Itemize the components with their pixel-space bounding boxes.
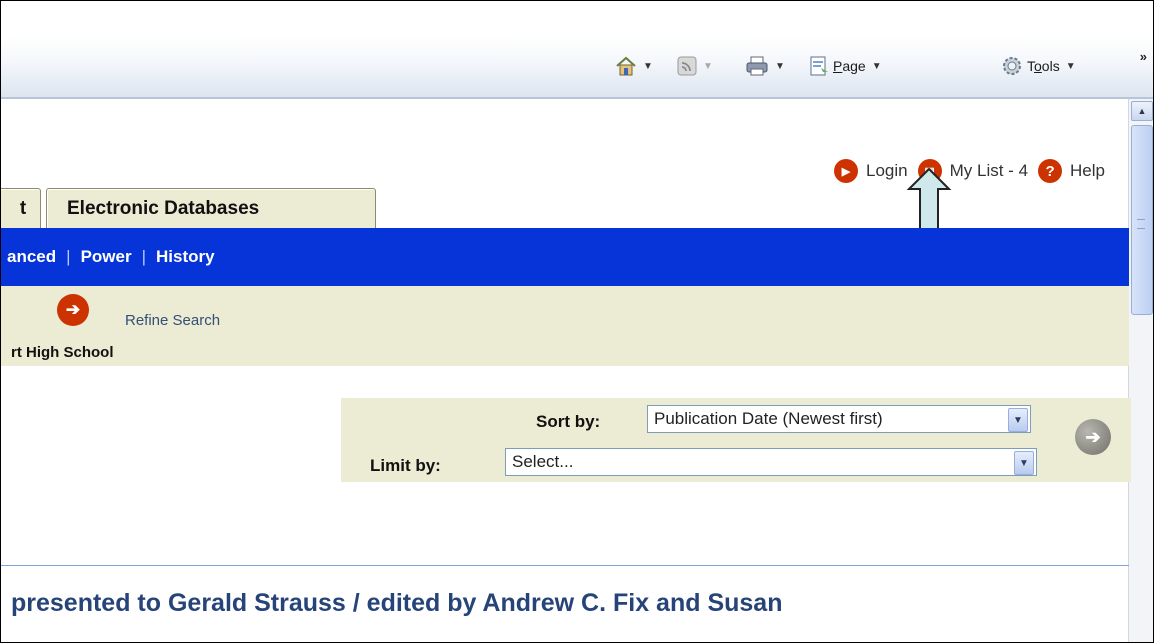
results-divider [1, 565, 1129, 566]
help-link[interactable]: Help [1070, 161, 1105, 181]
sort-go-arrow-icon[interactable]: ➔ [1075, 419, 1111, 455]
login-link[interactable]: Login [866, 161, 908, 181]
print-button[interactable]: ▼ [745, 53, 785, 79]
annotation-up-arrow-icon [906, 167, 952, 232]
tools-menu[interactable]: Tools ▼ [1001, 53, 1076, 79]
chevron-down-icon[interactable]: ▼ [1014, 451, 1034, 475]
tab-electronic-databases[interactable]: Electronic Databases [46, 188, 376, 228]
nav-history-link[interactable]: History [156, 247, 215, 267]
page-menu-label: Page [833, 58, 866, 74]
result-title[interactable]: presented to Gerald Strauss / edited by … [11, 589, 782, 618]
limit-by-label: Limit by: [370, 456, 441, 475]
tools-dropdown-icon: ▼ [1065, 60, 1076, 72]
tab-partial[interactable]: t [1, 188, 41, 229]
nav-power-link[interactable]: Power [81, 247, 132, 267]
nav-advanced-link[interactable]: anced [7, 247, 56, 267]
home-dropdown-icon[interactable]: ▼ [643, 61, 653, 72]
scroll-grip-icon [1137, 219, 1145, 229]
my-list-link[interactable]: My List - 4 [950, 161, 1028, 181]
login-arrow-icon: ▶ [834, 159, 859, 183]
browser-frame: ▼ ▼ ▼ Page ▼ Tools ▼ » ▲ ▶ Login My List… [0, 0, 1154, 643]
print-dropdown-icon[interactable]: ▼ [775, 61, 785, 72]
page-icon [810, 56, 828, 76]
nav-separator: | [141, 247, 147, 266]
library-location-label: rt High School [11, 344, 114, 361]
page-dropdown-icon: ▼ [871, 60, 882, 72]
chevron-down-icon[interactable]: ▼ [1008, 408, 1028, 432]
tab-partial-label: t [19, 198, 27, 219]
refine-search-link[interactable]: Refine Search [125, 312, 220, 329]
go-arrow-icon[interactable]: ➔ [57, 294, 89, 326]
page-menu[interactable]: Page ▼ [809, 53, 882, 79]
home-button[interactable]: ▼ [615, 53, 653, 79]
help-icon: ? [1038, 159, 1063, 183]
tools-icon [1003, 57, 1021, 75]
print-icon [746, 56, 768, 76]
feeds-icon [677, 56, 697, 76]
user-links: ▶ Login ▤ My List - 4 ? Help [834, 159, 1105, 183]
tools-menu-label: Tools [1027, 58, 1060, 74]
home-icon [616, 56, 636, 76]
feeds-dropdown-icon[interactable]: ▼ [703, 61, 713, 72]
search-type-nav: anced | Power | History [1, 228, 1129, 286]
nav-separator: | [66, 247, 71, 266]
vertical-scrollbar[interactable]: ▲ [1128, 99, 1153, 642]
feeds-button[interactable]: ▼ [677, 53, 713, 79]
limit-by-select[interactable]: Select... ▼ [505, 448, 1037, 476]
sort-by-select[interactable]: Publication Date (Newest first) ▼ [647, 405, 1031, 433]
tab-electronic-databases-label: Electronic Databases [67, 197, 260, 219]
sort-by-label: Sort by: [536, 412, 601, 431]
toolbar-overflow-chevron[interactable]: » [1140, 49, 1147, 64]
sort-by-value: Publication Date (Newest first) [654, 409, 883, 428]
limit-by-value: Select... [512, 452, 574, 471]
command-bar: ▼ ▼ ▼ Page ▼ Tools ▼ » [1, 37, 1153, 99]
scroll-up-arrow-icon[interactable]: ▲ [1131, 101, 1153, 121]
